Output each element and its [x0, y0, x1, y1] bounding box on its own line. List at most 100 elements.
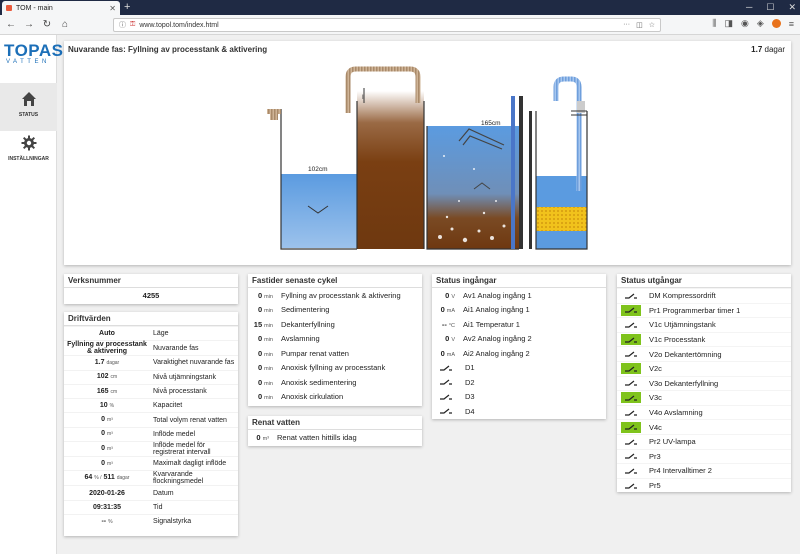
operational-row: -- % Signalstyrka: [64, 513, 238, 528]
equalization-level-label: 102cm: [308, 166, 328, 173]
browser-tab[interactable]: TOM - main ✕: [2, 1, 120, 15]
output-label: V3c: [649, 393, 662, 403]
operational-value: 0 m³: [64, 430, 150, 438]
new-tab-button[interactable]: +: [124, 1, 130, 13]
unit-text: min: [264, 380, 273, 387]
value-text: 165: [96, 387, 109, 395]
process-level-label: 165cm: [481, 120, 501, 127]
library-icon[interactable]: ⫼: [712, 18, 716, 29]
firefox-account-icon[interactable]: [771, 19, 781, 28]
digital-input-label: D3: [465, 392, 475, 402]
cycle-value: 0 min: [248, 349, 276, 358]
switch-closed-icon: [621, 421, 641, 433]
input-row: 0 mA Ai1 Analog ingång 1: [432, 303, 606, 318]
minimize-icon[interactable]: ─: [746, 0, 752, 14]
output-label: V1c Processtank: [649, 335, 706, 345]
operational-label: Kvarvarande flockningsmedel: [153, 471, 204, 486]
unit-text: dagar: [106, 359, 120, 366]
sync-icon[interactable]: ◉: [741, 18, 749, 29]
value-text: 0: [257, 392, 263, 402]
output-label: Pr4 Intervalltimer 2: [649, 466, 712, 476]
sidebar-item-settings[interactable]: INSTÄLLNINGAR: [0, 127, 57, 175]
cycle-row: 0 min Fyllning av processtank & aktivering: [248, 288, 422, 303]
switch-open-icon: [436, 406, 456, 417]
output-label: V2o Dekantertömning: [649, 349, 722, 359]
value2-text: 511: [103, 474, 115, 482]
operational-row: 2020-01-26 Datum: [64, 485, 238, 499]
url-bar[interactable]: ⓘ ⚿ www.topol.tom/index.html ··· ◫ ☆: [113, 18, 661, 32]
operational-label: Maximalt dagligt inflöde: [153, 460, 227, 468]
pocket-icon[interactable]: ◫: [636, 21, 643, 29]
operational-label: Total volym renat vatten: [153, 416, 227, 424]
logo-sub: VATTEN: [6, 59, 50, 65]
operational-row: Fyllning av processtank & aktivering Nuva…: [64, 340, 238, 355]
operational-label: Kapacitet: [153, 402, 183, 410]
switch-open-icon: [621, 378, 641, 389]
info-icon: ⓘ: [119, 22, 126, 29]
unit-text: %: [109, 402, 115, 409]
output-row: Pr1 Programmerbar timer 1: [617, 302, 791, 318]
output-row: V4o Avslamning: [617, 404, 791, 420]
unit-text: % /: [94, 475, 102, 482]
operational-row: Auto Läge: [64, 326, 238, 340]
clean-water-card: Renat vatten 0 m³ Renat vatten hittills i…: [248, 416, 422, 446]
value-text: 2020-01-26: [89, 489, 125, 497]
bookmark-star-icon[interactable]: ☆: [649, 21, 655, 29]
value-text: 0: [257, 290, 263, 300]
operational-value: 64 % / 511 dagar: [64, 474, 150, 482]
menu-icon[interactable]: ≡: [789, 19, 794, 29]
digital-input-label: D1: [465, 363, 475, 373]
operational-value: 165 cm: [64, 388, 150, 396]
operational-label: Signalstyrka: [153, 518, 192, 526]
close-tab-icon[interactable]: ✕: [109, 4, 116, 13]
reload-icon[interactable]: ↻: [40, 19, 54, 30]
uv-pipe: [553, 76, 582, 191]
more-icon[interactable]: ···: [623, 21, 630, 29]
window-controls: ─ ☐ ✕: [746, 0, 796, 14]
value-text: 0: [440, 305, 445, 315]
operational-label: Varaktighet nuvarande fas: [153, 359, 235, 367]
close-window-icon[interactable]: ✕: [788, 0, 796, 14]
sidebar-item-status[interactable]: STATUS: [0, 83, 57, 131]
cycle-row: 0 min Anoxisk cirkulation: [248, 390, 422, 405]
cycle-title: Fastider senaste cykel: [248, 274, 422, 288]
favicon-icon: [6, 5, 12, 11]
home-browser-icon[interactable]: ⌂: [58, 19, 72, 30]
extension-icon[interactable]: ◈: [757, 18, 764, 29]
cycle-card: Fastider senaste cykel 0 min Fyllning av p…: [248, 274, 422, 406]
switch-open-icon: [621, 407, 641, 418]
input-row: 0 V Av1 Analog ingång 1: [432, 288, 606, 303]
unit-text: min: [264, 351, 273, 358]
sidebar-toggle-icon[interactable]: ◨: [724, 18, 733, 29]
operational-label: Nivå utjämningstank: [153, 373, 217, 381]
operational-list: Auto Läge Fyllning av processtank & aktive…: [64, 326, 238, 528]
forward-icon[interactable]: →: [22, 19, 36, 30]
inputs-list: 0 V Av1 Analog ingång 1 0 mA Ai1 Analog ingån…: [432, 288, 606, 419]
operational-value: 0 m³: [64, 416, 150, 424]
value-text: 0: [257, 334, 263, 344]
sidebar-item-label: STATUS: [18, 112, 39, 118]
switch-open-icon: [436, 391, 456, 402]
back-icon[interactable]: ←: [4, 19, 18, 30]
clean-label: Renat vatten hittills idag: [277, 432, 357, 442]
toolbar-right: ⫼ ◨ ◉ ◈ ≡: [712, 18, 794, 29]
operational-row: 0 m³ Total volym renat vatten: [64, 412, 238, 426]
serial-card: Verksnummer 4255: [64, 274, 238, 304]
operational-value: 0 m³: [64, 460, 150, 468]
maximize-icon[interactable]: ☐: [766, 0, 774, 14]
insecure-lock-icon: ⚿: [130, 21, 136, 28]
inputs-card: Status ingångar 0 V Av1 Analog ingång 1 0 mA…: [432, 274, 606, 419]
switch-closed-icon: [621, 392, 641, 404]
url-text: www.topol.tom/index.html: [139, 21, 219, 29]
logo-brand: TOPAS: [4, 41, 64, 60]
clean-title: Renat vatten: [248, 416, 422, 430]
switch-closed-icon: [621, 304, 641, 316]
output-row: Pr3: [617, 448, 791, 464]
unit-text: m³: [107, 460, 113, 467]
equalization-tank-water: [281, 174, 357, 248]
unit-text: m³: [107, 446, 113, 453]
outputs-list: DM Kompressordrift Pr1 Programmerbar time…: [617, 288, 791, 492]
value-text: 0: [445, 334, 450, 344]
value-text: 0: [101, 430, 106, 438]
operational-row: 165 cm Nivå processtank: [64, 383, 238, 398]
